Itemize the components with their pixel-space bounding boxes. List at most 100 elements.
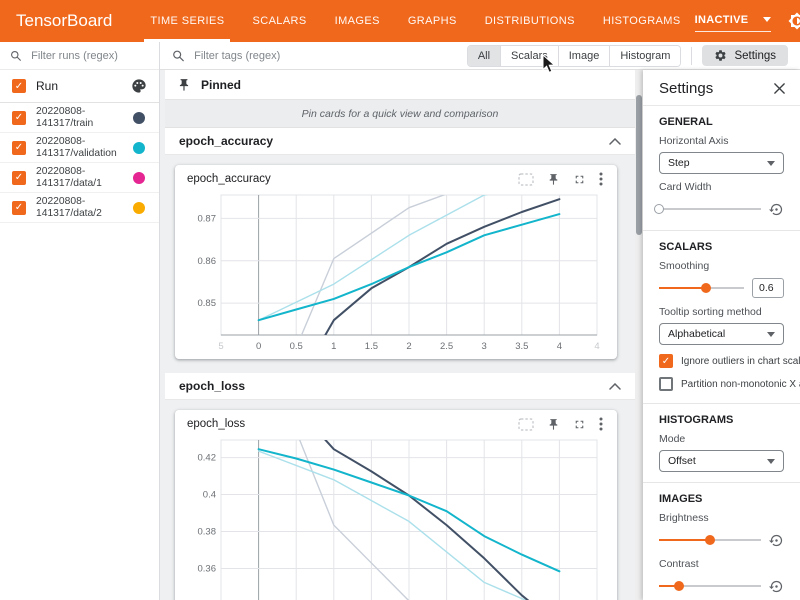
filter-button-scalars[interactable]: Scalars (500, 46, 558, 66)
reset-icon[interactable] (769, 202, 784, 217)
filter-button-image[interactable]: Image (558, 46, 610, 66)
card-width-slider[interactable] (659, 203, 761, 215)
tag-toolbar: AllScalarsImageHistogram Settings (160, 42, 800, 70)
filter-button-all[interactable]: All (468, 46, 500, 66)
slider-knob[interactable] (654, 204, 664, 214)
scrollbar-thumb[interactable] (636, 95, 642, 235)
run-color-dot (133, 112, 145, 124)
epoch-loss-chart: 0.360.380.40.42 (181, 434, 605, 600)
chevron-down-icon (767, 459, 775, 464)
epoch-accuracy-card: epoch_accuracy (175, 165, 617, 359)
svg-text:1.5: 1.5 (365, 341, 378, 352)
svg-text:0.36: 0.36 (198, 564, 217, 575)
settings-button[interactable]: Settings (702, 45, 788, 66)
tooltip-sorting-select[interactable]: Alphabetical (659, 323, 784, 345)
smoothing-slider[interactable] (659, 282, 744, 294)
filter-button-histogram[interactable]: Histogram (609, 46, 680, 66)
pin-card-icon[interactable] (547, 173, 560, 186)
runs-filter-input[interactable] (29, 49, 149, 63)
settings-general-section: GENERAL Horizontal Axis Step Card Width (643, 106, 800, 230)
header-tabs: TIME SERIESSCALARSIMAGESGRAPHSDISTRIBUTI… (136, 0, 694, 42)
fullscreen-icon[interactable] (573, 418, 586, 431)
runs-column-label: Run (36, 79, 121, 93)
more-options-icon[interactable] (599, 172, 603, 186)
pinned-title: Pinned (201, 78, 241, 92)
contrast-slider[interactable] (659, 580, 761, 592)
chevron-down-icon (767, 332, 775, 337)
partition-x-axis-checkbox-row[interactable]: Partition non-monotonic X axis ? (659, 377, 784, 391)
histogram-mode-select[interactable]: Offset (659, 450, 784, 472)
scalars-heading: SCALARS (659, 241, 784, 253)
run-checkbox[interactable] (12, 111, 26, 125)
section-epoch-loss[interactable]: epoch_loss (165, 373, 635, 400)
chevron-up-icon[interactable] (609, 138, 621, 145)
settings-scalars-section: SCALARS Smoothing 0.6 Tooltip sorting me… (643, 231, 800, 403)
brightness-slider[interactable] (659, 534, 761, 546)
settings-histograms-section: HISTOGRAMS Mode Offset (643, 404, 800, 482)
horizontal-axis-select[interactable]: Step (659, 152, 784, 174)
svg-text:5: 5 (218, 341, 223, 352)
ignore-outliers-label: Ignore outliers in chart scaling (681, 356, 800, 367)
fullscreen-icon[interactable] (573, 173, 586, 186)
run-color-dot (133, 142, 145, 154)
tab-graphs[interactable]: GRAPHS (394, 0, 471, 42)
tab-scalars[interactable]: SCALARS (238, 0, 320, 42)
run-item[interactable]: 20220808-141317/validation (0, 133, 159, 163)
search-icon (10, 49, 21, 62)
svg-text:3: 3 (482, 341, 487, 352)
toolbar-divider (691, 47, 692, 65)
tab-histograms[interactable]: HISTOGRAMS (589, 0, 695, 42)
svg-text:4: 4 (594, 341, 599, 352)
palette-icon[interactable] (131, 78, 147, 94)
pin-icon (177, 78, 191, 92)
svg-text:0.4: 0.4 (203, 490, 216, 501)
pin-card-icon[interactable] (547, 418, 560, 431)
partition-x-axis-checkbox[interactable] (659, 377, 673, 391)
runs-list: 20220808-141317/train 20220808-141317/val… (0, 103, 159, 223)
run-checkbox[interactable] (12, 201, 26, 215)
contrast-label: Contrast (659, 558, 784, 570)
reset-icon[interactable] (769, 533, 784, 548)
tags-filter-input[interactable] (192, 49, 467, 63)
run-checkbox[interactable] (12, 171, 26, 185)
svg-text:2: 2 (406, 341, 411, 352)
ignore-outliers-checkbox[interactable] (659, 354, 673, 368)
settings-gear-icon (714, 49, 727, 62)
run-label: 20220808-141317/validation (36, 136, 123, 160)
run-item[interactable]: 20220808-141317/data/1 (0, 163, 159, 193)
run-item[interactable]: 20220808-141317/data/2 (0, 193, 159, 223)
section-epoch-accuracy[interactable]: epoch_accuracy (165, 128, 635, 155)
select-all-runs-checkbox[interactable] (12, 79, 26, 93)
svg-text:0.38: 0.38 (198, 527, 217, 538)
svg-text:0.87: 0.87 (198, 213, 217, 224)
runs-list-header[interactable]: Run (0, 70, 159, 103)
cards-area: Pinned Pin cards for a quick view and co… (160, 70, 635, 600)
tab-images[interactable]: IMAGES (321, 0, 394, 42)
theme-toggle-icon[interactable] (788, 12, 800, 30)
more-options-icon[interactable] (599, 417, 603, 431)
tab-time-series[interactable]: TIME SERIES (136, 0, 238, 42)
smoothing-value-input[interactable]: 0.6 (752, 278, 784, 298)
chevron-down-icon (763, 17, 771, 22)
settings-panel: Settings GENERAL Horizontal Axis Step (643, 70, 800, 600)
svg-text:0.85: 0.85 (198, 298, 217, 309)
images-heading: IMAGES (659, 493, 784, 505)
reset-icon[interactable] (769, 579, 784, 594)
main-scrollbar[interactable] (635, 70, 643, 600)
chevron-up-icon[interactable] (609, 383, 621, 390)
general-heading: GENERAL (659, 116, 784, 128)
tab-distributions[interactable]: DISTRIBUTIONS (471, 0, 589, 42)
chevron-down-icon (767, 161, 775, 166)
slider-knob[interactable] (701, 283, 711, 293)
run-item[interactable]: 20220808-141317/train (0, 103, 159, 133)
status-dropdown[interactable]: INACTIVE (695, 11, 771, 32)
run-checkbox[interactable] (12, 141, 26, 155)
section-title: epoch_loss (179, 379, 245, 393)
ignore-outliers-checkbox-row[interactable]: Ignore outliers in chart scaling (659, 354, 784, 368)
slider-knob[interactable] (674, 581, 684, 591)
fit-to-data-icon[interactable] (518, 173, 534, 186)
runs-filter-row (0, 42, 159, 70)
fit-to-data-icon[interactable] (518, 418, 534, 431)
slider-knob[interactable] (705, 535, 715, 545)
close-icon[interactable] (773, 82, 786, 95)
